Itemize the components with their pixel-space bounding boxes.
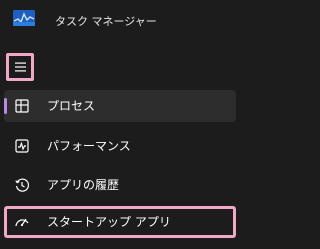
nav-item-label: パフォーマンス [47,139,131,153]
nav-item-label: スタートアップ アプリ [47,215,171,229]
nav-item-performance[interactable]: パフォーマンス [4,130,236,162]
task-manager-window: タスク マネージャー プロセス パフォーマンス アプリの履歴 スタートアップ ア… [0,0,247,249]
nav-item-processes[interactable]: プロセス [4,90,236,122]
hamburger-icon [15,62,26,72]
nav-item-label: アプリの履歴 [47,178,120,192]
menu-button[interactable] [6,53,34,81]
startup-apps-icon [14,214,30,230]
nav-item-label: プロセス [47,99,96,113]
app-title: タスク マネージャー [55,15,157,28]
nav-item-startup-apps[interactable]: スタートアップ アプリ [4,206,236,238]
app-history-icon [14,177,30,193]
nav-item-app-history[interactable]: アプリの履歴 [4,169,236,201]
title-bar: タスク マネージャー [0,0,247,40]
selection-indicator [4,98,7,114]
task-manager-icon [13,10,35,26]
performance-icon [14,138,30,154]
processes-icon [14,98,30,114]
